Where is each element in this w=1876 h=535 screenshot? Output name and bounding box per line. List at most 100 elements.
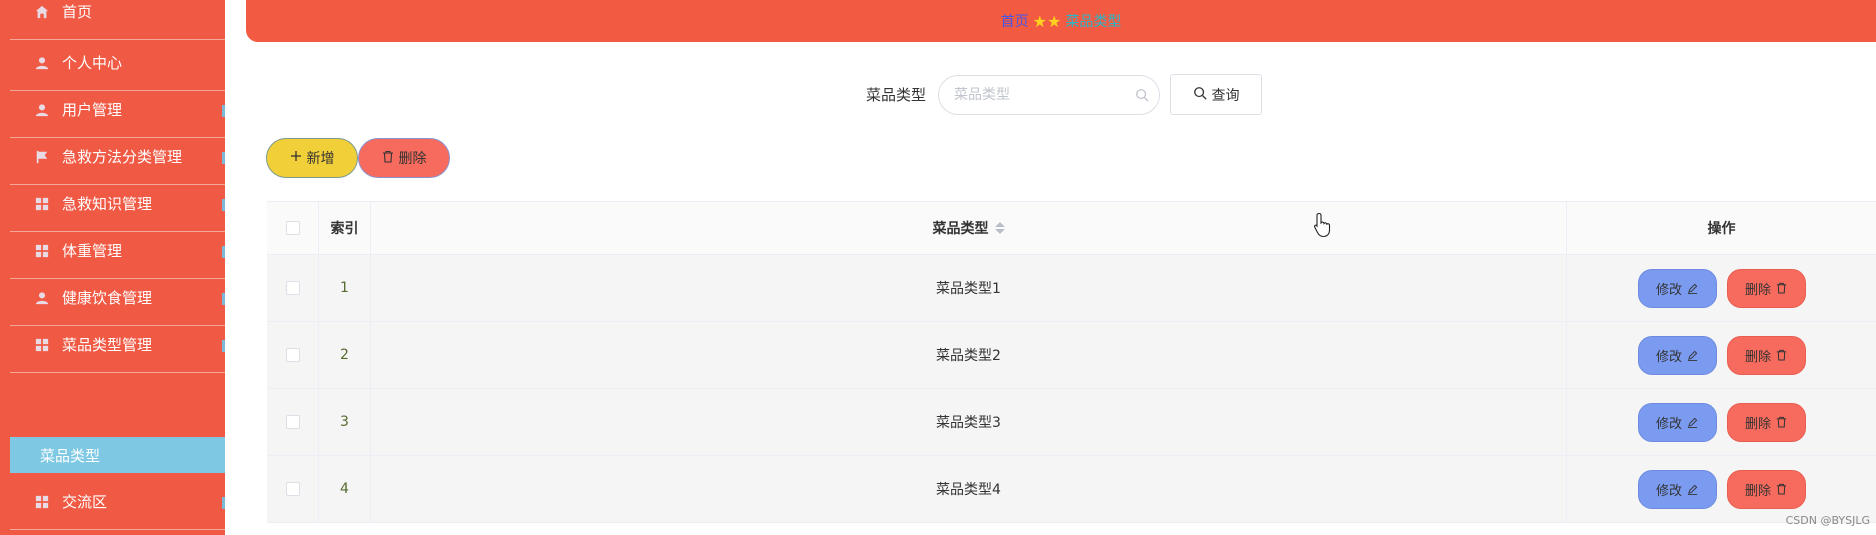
edit-button[interactable]: 修改 bbox=[1637, 469, 1717, 509]
sidebar-item-label: 首页 bbox=[62, 3, 93, 21]
header-index: 索引 bbox=[319, 202, 371, 254]
sidebar: 首页 个人中心 用户管理 急救方法分类管理 急救知识管理 体重管理 健康饮食管理… bbox=[0, 0, 225, 535]
sidebar-item-home[interactable]: 首页 bbox=[10, 0, 225, 40]
row-name: 菜品类型2 bbox=[371, 322, 1567, 388]
edit-icon bbox=[1687, 417, 1698, 428]
delete-label: 删除 bbox=[1744, 416, 1771, 432]
select-all-checkbox[interactable] bbox=[285, 221, 300, 235]
delete-button[interactable]: 删除 bbox=[1726, 268, 1806, 308]
edit-button[interactable]: 修改 bbox=[1637, 268, 1717, 308]
edit-icon bbox=[1687, 484, 1698, 495]
table-row: 2 菜品类型2 修改 删除 bbox=[267, 322, 1876, 389]
row-checkbox[interactable] bbox=[285, 482, 300, 496]
index-cell: 3 bbox=[319, 389, 371, 455]
grid-icon bbox=[34, 243, 50, 259]
checkbox-cell bbox=[267, 389, 319, 455]
trash-icon bbox=[382, 150, 399, 167]
add-button[interactable]: 新增 bbox=[266, 138, 358, 178]
row-index: 3 bbox=[340, 414, 349, 430]
breadcrumb-current: 菜品类型 bbox=[1065, 14, 1122, 30]
expand-indicator bbox=[222, 152, 225, 164]
data-table: 索引 菜品类型 操作 1 菜品类型1 修改 删除 2 菜品类型2 修改 删除 3… bbox=[267, 201, 1876, 535]
sidebar-item-forum[interactable]: 交流区 bbox=[10, 474, 225, 530]
bulk-delete-button[interactable]: 删除 bbox=[358, 138, 450, 178]
edit-label: 修改 bbox=[1655, 349, 1682, 365]
row-index: 4 bbox=[340, 481, 349, 497]
edit-label: 修改 bbox=[1655, 483, 1682, 499]
sidebar-item-dish-type-mgmt[interactable]: 菜品类型管理 bbox=[10, 317, 225, 373]
row-checkbox[interactable] bbox=[285, 281, 300, 295]
delete-label: 删除 bbox=[1744, 483, 1771, 499]
row-checkbox[interactable] bbox=[285, 348, 300, 362]
table-row: 3 菜品类型3 修改 删除 bbox=[267, 389, 1876, 456]
table-row: 4 菜品类型4 修改 删除 bbox=[267, 456, 1876, 523]
header-name-label: 菜品类型 bbox=[932, 221, 989, 237]
search-label: 菜品类型 bbox=[866, 86, 927, 104]
trash-icon bbox=[1776, 349, 1787, 361]
row-index: 2 bbox=[340, 347, 349, 363]
search-box bbox=[938, 75, 1160, 115]
edit-label: 修改 bbox=[1655, 282, 1682, 298]
expand-indicator bbox=[222, 497, 225, 509]
add-label: 新增 bbox=[306, 151, 335, 167]
user-icon bbox=[34, 55, 50, 71]
edit-icon bbox=[1687, 283, 1698, 294]
ops-cell: 修改 删除 bbox=[1567, 456, 1876, 522]
table-row: 1 菜品类型1 修改 删除 bbox=[267, 255, 1876, 322]
sidebar-item-label: 用户管理 bbox=[62, 101, 123, 119]
delete-button[interactable]: 删除 bbox=[1726, 335, 1806, 375]
sidebar-subitem-dish-type[interactable]: 菜品类型 bbox=[10, 437, 225, 473]
grid-icon bbox=[34, 196, 50, 212]
row-name: 菜品类型1 bbox=[371, 255, 1567, 321]
query-label: 查询 bbox=[1211, 87, 1240, 104]
checkbox-cell bbox=[267, 322, 319, 388]
sidebar-item-label: 交流区 bbox=[62, 493, 108, 511]
hand-cursor-icon bbox=[1313, 212, 1333, 242]
watermark: CSDN @BYSJLG bbox=[1785, 514, 1870, 527]
sidebar-item-label: 急救知识管理 bbox=[62, 195, 153, 213]
delete-label: 删除 bbox=[1744, 349, 1771, 365]
index-cell: 4 bbox=[319, 456, 371, 522]
home-icon bbox=[34, 4, 50, 20]
sidebar-item-label: 急救方法分类管理 bbox=[62, 148, 183, 166]
flag-icon bbox=[34, 149, 50, 165]
delete-label: 删除 bbox=[1744, 282, 1771, 298]
expand-indicator bbox=[222, 246, 225, 258]
user-icon bbox=[34, 290, 50, 306]
delete-button[interactable]: 删除 bbox=[1726, 469, 1806, 509]
trash-icon bbox=[1776, 282, 1787, 294]
expand-indicator bbox=[222, 293, 225, 305]
index-cell: 1 bbox=[319, 255, 371, 321]
search-icon bbox=[1135, 87, 1149, 106]
trash-icon bbox=[1776, 483, 1787, 495]
star-icon: ★★ bbox=[1032, 11, 1062, 31]
ops-cell: 修改 删除 bbox=[1567, 322, 1876, 388]
breadcrumb: 首页 ★★ 菜品类型 bbox=[246, 0, 1876, 42]
index-cell: 2 bbox=[319, 322, 371, 388]
header-name[interactable]: 菜品类型 bbox=[371, 202, 1567, 254]
expand-indicator bbox=[222, 340, 225, 352]
sort-icon[interactable] bbox=[994, 222, 1005, 234]
edit-icon bbox=[1687, 350, 1698, 361]
checkbox-cell bbox=[267, 255, 319, 321]
sidebar-item-label: 个人中心 bbox=[62, 54, 123, 72]
grid-icon bbox=[34, 494, 50, 510]
breadcrumb-home[interactable]: 首页 bbox=[1001, 11, 1029, 31]
ops-cell: 修改 删除 bbox=[1567, 255, 1876, 321]
expand-indicator bbox=[222, 199, 225, 211]
grid-icon bbox=[34, 337, 50, 353]
search-input[interactable] bbox=[954, 87, 1114, 103]
header-checkbox-cell bbox=[267, 202, 319, 254]
row-name: 菜品类型3 bbox=[371, 389, 1567, 455]
sidebar-item-label: 健康饮食管理 bbox=[62, 289, 153, 307]
row-index: 1 bbox=[340, 280, 349, 296]
delete-button[interactable]: 删除 bbox=[1726, 402, 1806, 442]
edit-button[interactable]: 修改 bbox=[1637, 335, 1717, 375]
header-ops: 操作 bbox=[1707, 221, 1736, 237]
row-checkbox[interactable] bbox=[285, 415, 300, 429]
search-icon bbox=[1193, 86, 1212, 104]
query-button[interactable]: 查询 bbox=[1170, 74, 1262, 115]
sidebar-item-label: 菜品类型管理 bbox=[62, 336, 153, 354]
edit-button[interactable]: 修改 bbox=[1637, 402, 1717, 442]
sidebar-item-label: 体重管理 bbox=[62, 242, 123, 260]
